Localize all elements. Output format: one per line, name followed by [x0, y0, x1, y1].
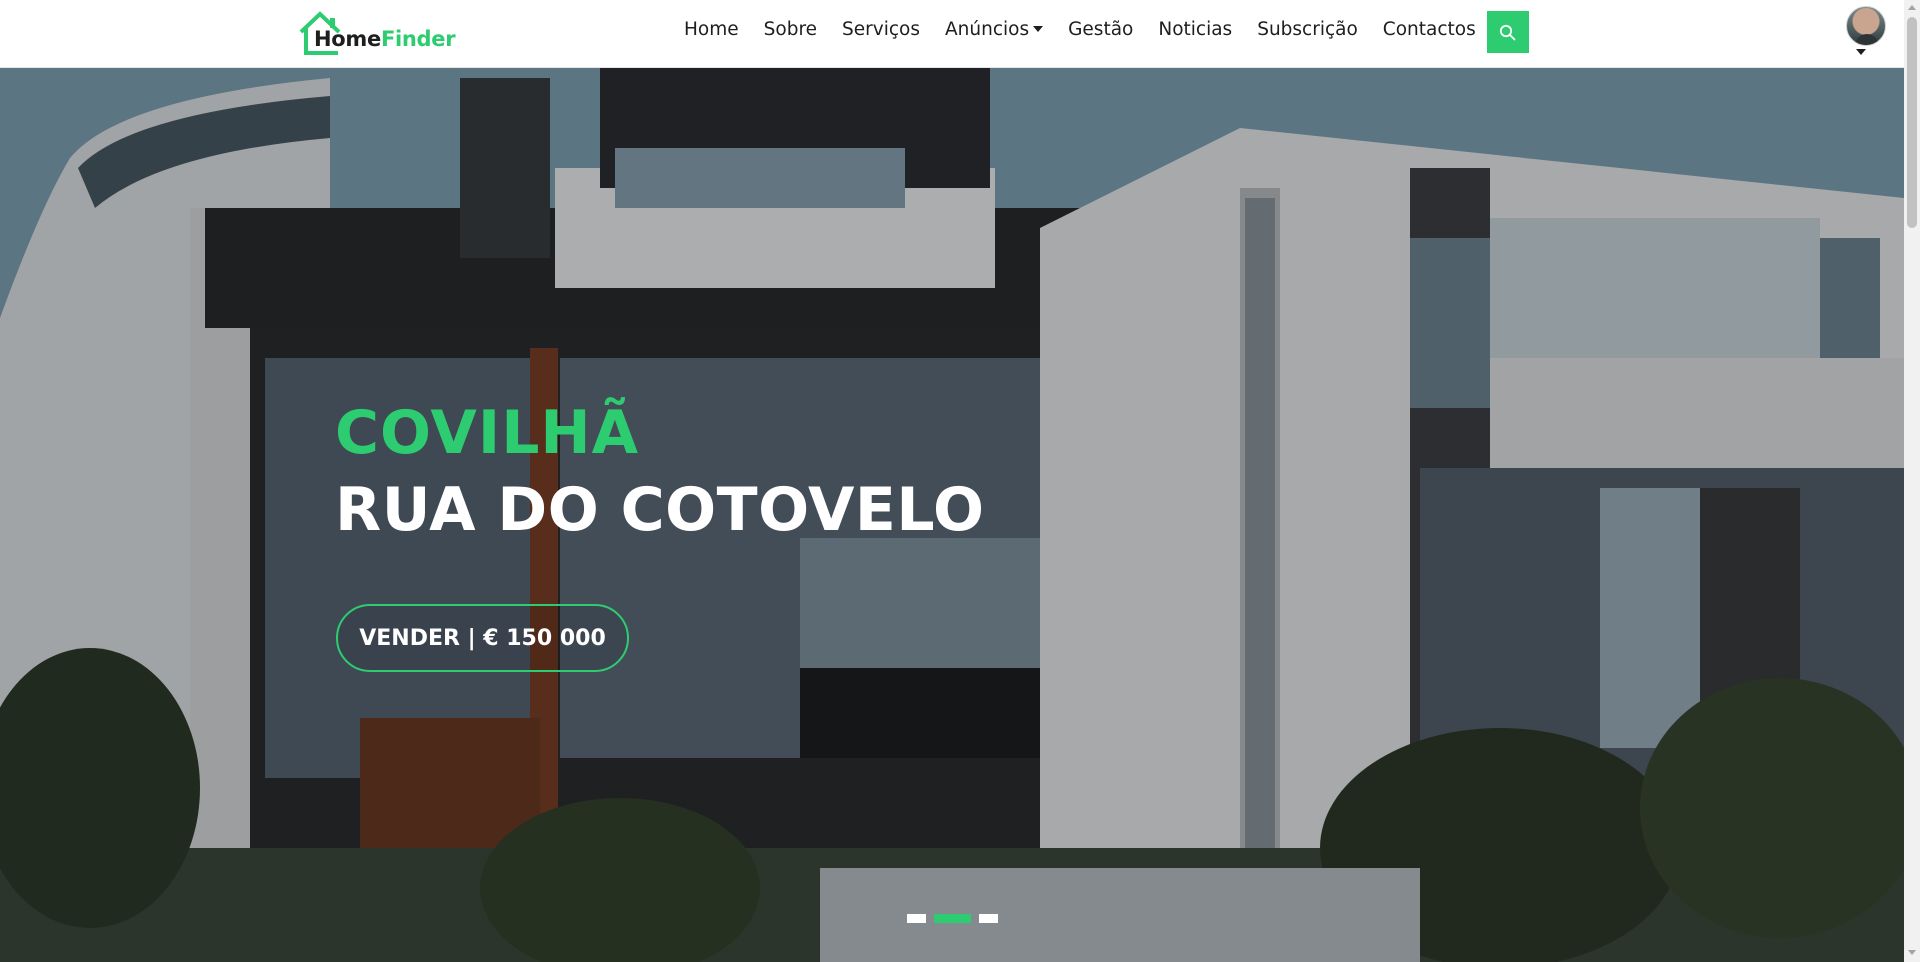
caret-down-icon — [1856, 49, 1866, 55]
carousel-indicator-2[interactable] — [934, 914, 971, 923]
scroll-down-icon[interactable] — [1908, 950, 1916, 955]
main-menu: Home Sobre Serviços Anúncios Gestão Noti… — [684, 0, 1529, 58]
user-menu[interactable] — [1846, 6, 1886, 58]
nav-anuncios-dropdown[interactable]: Anúncios — [944, 18, 1044, 40]
carousel-indicators — [907, 914, 998, 923]
logo-text-home: Home — [314, 27, 381, 51]
logo-text-finder: Finder — [380, 27, 456, 51]
nav-home[interactable]: Home — [684, 19, 739, 40]
nav-subscricao[interactable]: Subscrição — [1257, 19, 1358, 40]
nav-noticias[interactable]: Noticias — [1158, 19, 1232, 40]
sell-price-button[interactable]: VENDER | € 150 000 — [336, 604, 629, 672]
nav-servicos[interactable]: Serviços — [842, 19, 920, 40]
scroll-up-icon[interactable] — [1908, 5, 1916, 10]
page-scrollbar[interactable] — [1904, 0, 1920, 962]
carousel-indicator-1[interactable] — [907, 914, 926, 923]
logo-text: HomeFinder — [314, 27, 456, 51]
top-navbar: HomeFinder Home Sobre Serviços Anúncios … — [0, 0, 1904, 68]
homefinder-logo[interactable]: HomeFinder — [298, 10, 456, 56]
nav-sobre[interactable]: Sobre — [764, 19, 817, 40]
nav-anuncios-label: Anúncios — [944, 18, 1030, 40]
hero-street: RUA DO COTOVELO — [335, 475, 985, 545]
caret-down-icon — [1033, 26, 1044, 32]
search-button[interactable] — [1486, 11, 1529, 53]
nav-contactos[interactable]: Contactos — [1383, 19, 1476, 40]
search-icon — [1500, 24, 1516, 40]
hero-carousel: COVILHÃ RUA DO COTOVELO VENDER | € 150 0… — [0, 68, 1904, 962]
nav-gestao[interactable]: Gestão — [1068, 19, 1133, 40]
avatar — [1846, 6, 1886, 46]
scrollbar-thumb[interactable] — [1907, 17, 1917, 228]
carousel-indicator-3[interactable] — [979, 914, 998, 923]
hero-city: COVILHÃ — [335, 398, 640, 468]
